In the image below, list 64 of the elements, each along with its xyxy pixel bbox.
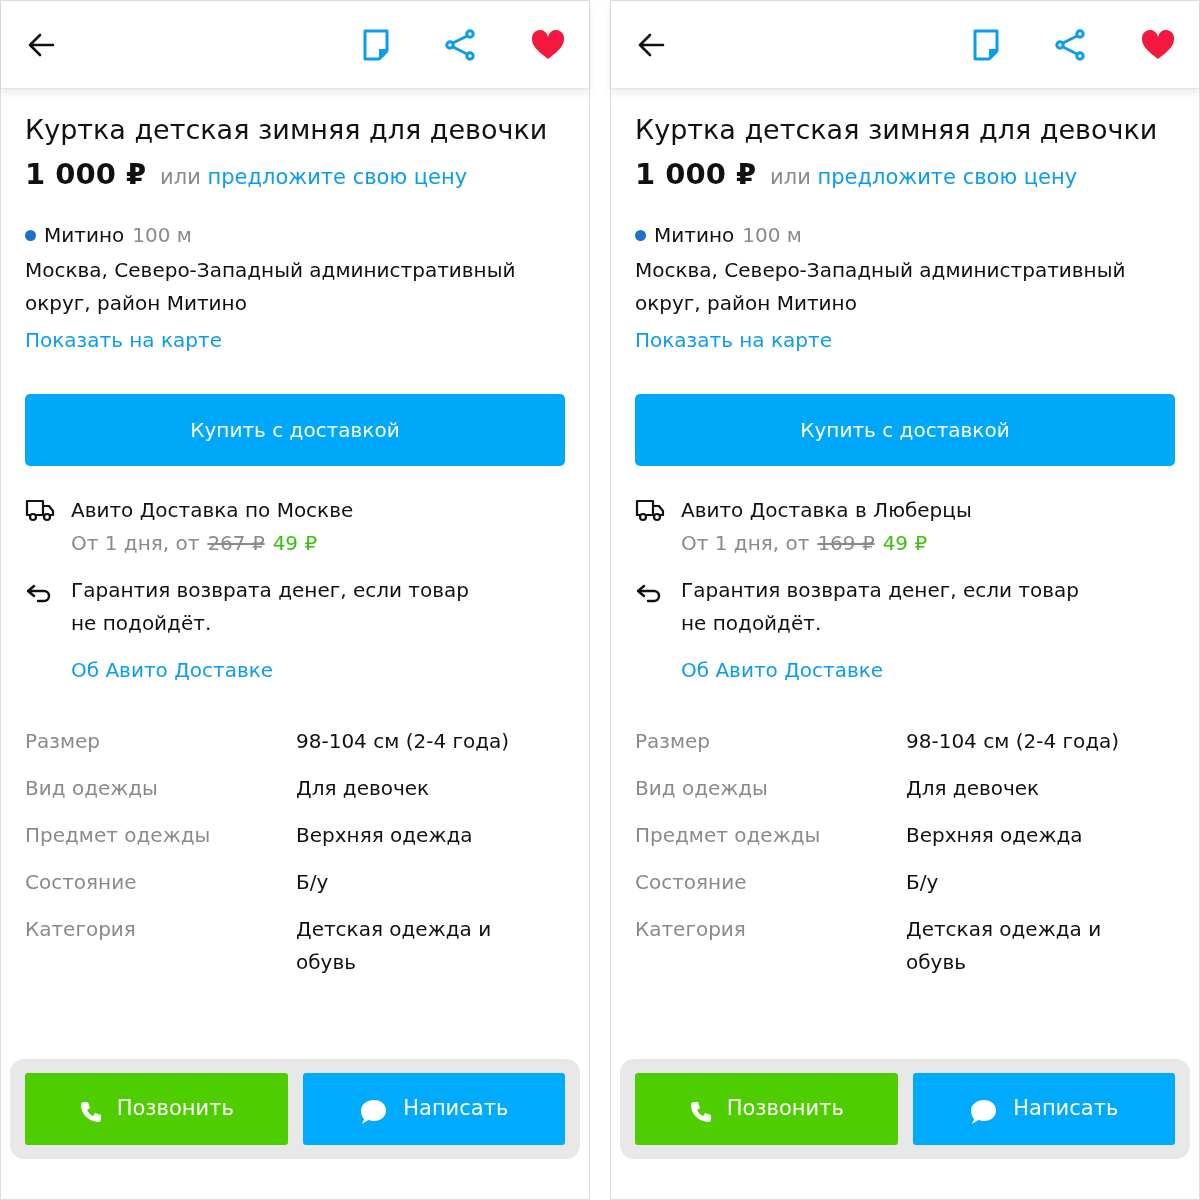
param-value: Детская одежда и обувь <box>906 915 1103 976</box>
note-icon[interactable] <box>973 28 999 61</box>
write-button[interactable]: Написать <box>912 1073 1175 1145</box>
or-label: или <box>160 165 201 189</box>
metro-distance: 100 м <box>132 221 192 249</box>
about-delivery-link[interactable]: Об Авито Доставке <box>71 657 274 682</box>
param-value: Для девочек <box>906 774 1041 802</box>
price: 1 000 ₽ <box>25 156 147 193</box>
metro-distance: 100 м <box>742 221 802 249</box>
show-on-map-link[interactable]: Показать на карте <box>25 327 222 352</box>
show-on-map-link[interactable]: Показать на карте <box>635 327 832 352</box>
buy-with-delivery-button[interactable]: Купить с доставкой <box>25 393 565 466</box>
param-label: Предмет одежды <box>25 821 212 849</box>
param-label: Размер <box>25 727 102 755</box>
share-icon[interactable] <box>1055 28 1085 61</box>
delivery-terms: От 1 дня, от <box>71 529 200 557</box>
guarantee-text: Гарантия возврата денег, если товар не подойдёт. <box>71 576 470 637</box>
offer-price-link[interactable]: предложите свою цену <box>817 165 1078 189</box>
param-label: Вид одежды <box>25 774 159 802</box>
param-value: Верхняя одежда <box>906 821 1084 849</box>
old-delivery-price: 169 ₽ <box>817 529 875 557</box>
heart-icon[interactable] <box>1141 29 1175 60</box>
param-label: Вид одежды <box>635 774 769 802</box>
param-value: Детская одежда и обувь <box>296 915 493 976</box>
about-delivery-link[interactable]: Об Авито Доставке <box>681 657 884 682</box>
share-icon[interactable] <box>445 28 475 61</box>
param-label: Размер <box>635 727 712 755</box>
metro-station: Митино <box>44 221 125 249</box>
delivery-price: 49 ₽ <box>882 529 928 557</box>
param-value: 98-104 см (2-4 года) <box>906 727 1121 755</box>
heart-icon[interactable] <box>531 29 565 60</box>
param-label: Категория <box>25 915 137 943</box>
write-button[interactable]: Написать <box>302 1073 565 1145</box>
param-value: 98-104 см (2-4 года) <box>296 727 511 755</box>
param-value: Для девочек <box>296 774 431 802</box>
buy-with-delivery-button[interactable]: Купить с доставкой <box>635 393 1175 466</box>
param-label: Состояние <box>635 868 748 896</box>
param-value: Б/у <box>906 868 940 896</box>
back-arrow-icon[interactable] <box>27 32 55 57</box>
param-value: Верхняя одежда <box>296 821 474 849</box>
metro-station: Митино <box>654 221 735 249</box>
address: Москва, Северо-Западный административный округ, район Митино <box>25 256 517 317</box>
truck-icon <box>635 497 665 522</box>
delivery-terms: От 1 дня, от <box>681 529 810 557</box>
truck-icon <box>25 497 55 522</box>
delivery-price: 49 ₽ <box>272 529 318 557</box>
param-label: Состояние <box>25 868 138 896</box>
back-arrow-icon[interactable] <box>637 32 665 57</box>
offer-price-link[interactable]: предложите свою цену <box>207 165 468 189</box>
listing-title: Куртка детская зимняя для девочки <box>25 113 549 147</box>
call-button[interactable]: Позвонить <box>635 1073 898 1145</box>
note-icon[interactable] <box>363 28 389 61</box>
listing-title: Куртка детская зимняя для девочки <box>635 113 1159 147</box>
old-delivery-price: 267 ₽ <box>207 529 265 557</box>
call-button[interactable]: Позвонить <box>25 1073 288 1145</box>
price: 1 000 ₽ <box>635 156 757 193</box>
param-label: Категория <box>635 915 747 943</box>
delivery-title: Авито Доставка в Люберцы <box>681 496 972 524</box>
param-label: Предмет одежды <box>635 821 822 849</box>
or-label: или <box>770 165 811 189</box>
param-value: Б/у <box>296 868 330 896</box>
guarantee-text: Гарантия возврата денег, если товар не подойдёт. <box>681 576 1080 637</box>
address: Москва, Северо-Западный административный округ, район Митино <box>635 256 1127 317</box>
delivery-title: Авито Доставка по Москве <box>71 496 354 524</box>
